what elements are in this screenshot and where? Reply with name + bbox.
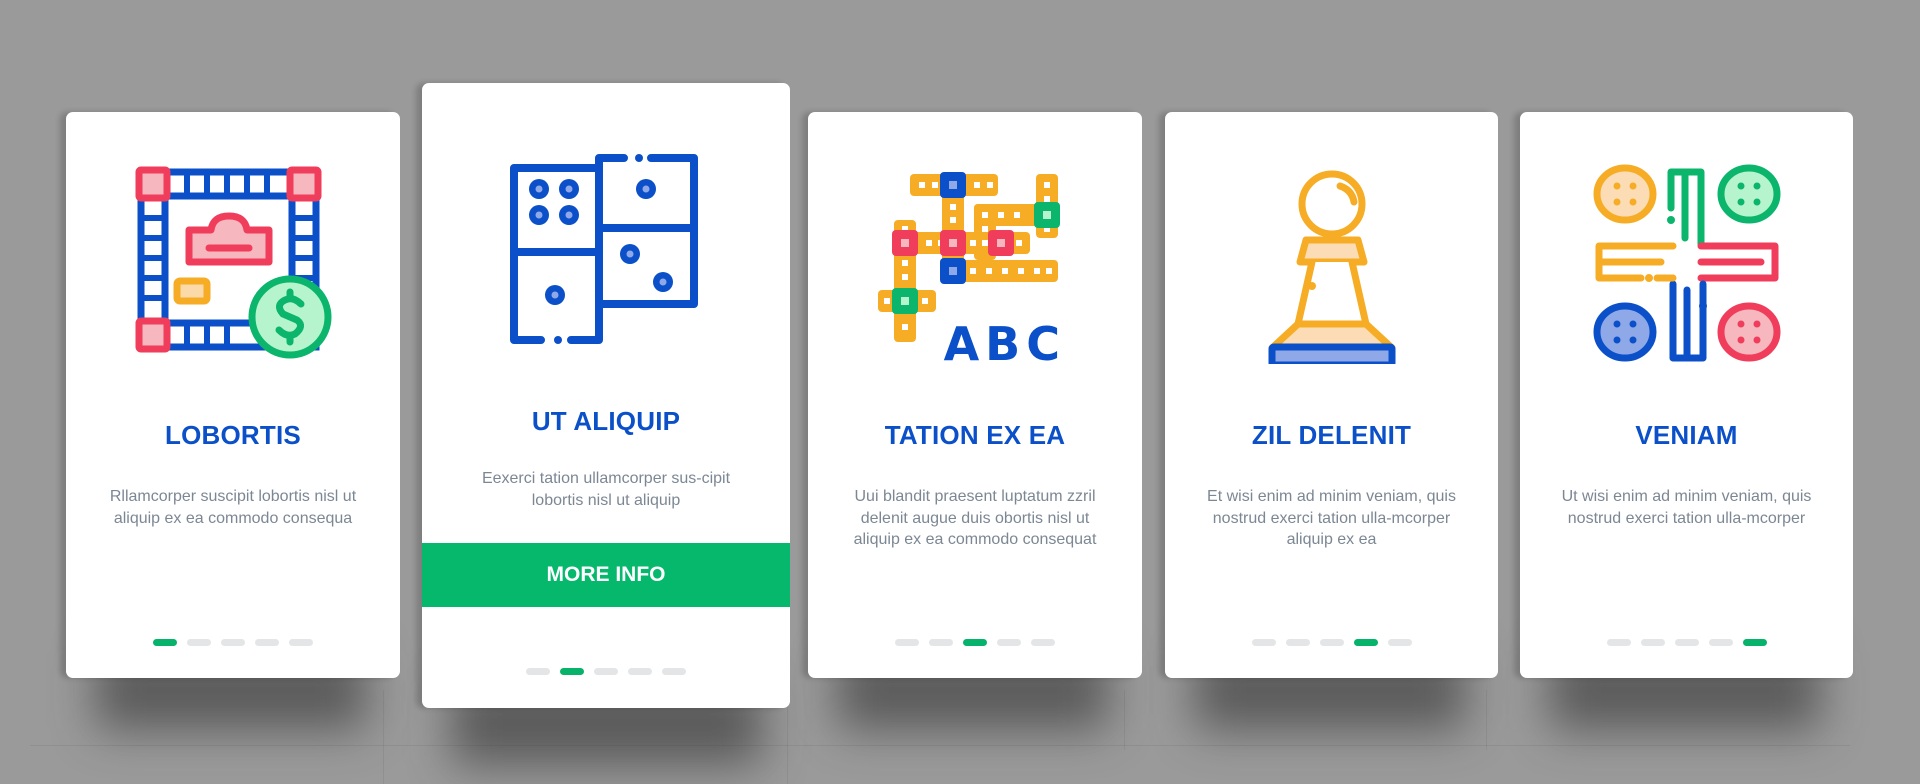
page-dot-3[interactable] xyxy=(1674,639,1699,646)
card-description: Rllamcorper suscipit lobortis nisl ut al… xyxy=(109,488,357,527)
card-title: TATION EX EA xyxy=(884,420,1066,450)
floor-divider xyxy=(1124,690,1125,750)
page-dot-5[interactable] xyxy=(289,639,313,646)
card-title: ZIL DELENIT xyxy=(1251,420,1412,450)
pagination-dots xyxy=(422,668,790,675)
card-description: Uui blandit praesent luptatum zzril dele… xyxy=(853,488,1097,548)
page-dot-5[interactable] xyxy=(1387,639,1412,646)
page-dot-3[interactable] xyxy=(221,639,245,646)
onboarding-card-4: ZIL DELENIT Et wisi enim ad minim veniam… xyxy=(1165,112,1498,678)
pagination-dots xyxy=(808,639,1142,646)
page-dot-5[interactable] xyxy=(1742,639,1767,646)
page-dot-5[interactable] xyxy=(662,668,686,675)
card-description: Ut wisi enim ad minim veniam, quis nostr… xyxy=(1561,488,1812,527)
icon-container xyxy=(1165,164,1498,364)
page-dot-1[interactable] xyxy=(1251,639,1276,646)
page-dot-2[interactable] xyxy=(187,639,211,646)
pagination-dots xyxy=(1165,639,1498,646)
floor-divider xyxy=(1486,690,1487,750)
crossword-abc-icon: ABC xyxy=(878,172,1066,364)
page-dot-4[interactable] xyxy=(1708,639,1733,646)
page-dot-4[interactable] xyxy=(997,639,1021,646)
page-dot-4[interactable] xyxy=(255,639,279,646)
onboarding-card-2: UT ALIQUIP Eexerci tation ullamcorper su… xyxy=(422,83,790,708)
card-title: LOBORTIS xyxy=(165,420,301,450)
page-dot-2[interactable] xyxy=(1285,639,1310,646)
page-dot-3[interactable] xyxy=(1319,639,1344,646)
page-dot-1[interactable] xyxy=(895,639,919,646)
dominoes-icon xyxy=(510,154,698,344)
more-info-button[interactable]: MORE INFO xyxy=(422,543,790,607)
chess-pawn-icon xyxy=(1268,170,1395,364)
ludo-board-icon xyxy=(1593,164,1780,362)
page-dot-4[interactable] xyxy=(1353,639,1378,646)
card-title: UT ALIQUIP xyxy=(531,406,681,436)
floor-line xyxy=(30,745,1850,746)
page-dot-4[interactable] xyxy=(628,668,652,675)
page-dot-1[interactable] xyxy=(1606,639,1631,646)
abc-letters: ABC xyxy=(944,317,1066,364)
page-dot-2[interactable] xyxy=(560,668,584,675)
icon-container xyxy=(66,164,400,364)
pagination-dots xyxy=(1520,639,1853,646)
board-game-money-icon xyxy=(135,166,332,359)
pagination-dots xyxy=(66,639,400,646)
icon-container xyxy=(422,150,790,350)
card-title: VENIAM xyxy=(1635,420,1738,450)
card-description: Et wisi enim ad minim veniam, quis nostr… xyxy=(1207,488,1456,548)
icon-container xyxy=(1520,164,1853,364)
card-description: Eexerci tation ullamcorper sus-cipit lob… xyxy=(481,470,731,509)
page-dot-3[interactable] xyxy=(594,668,618,675)
page-dot-3[interactable] xyxy=(963,639,987,646)
icon-container: ABC xyxy=(808,164,1142,364)
floor-divider xyxy=(383,690,384,784)
page-dot-1[interactable] xyxy=(153,639,177,646)
onboarding-card-3: ABC TATION EX EA Uui blandit praesent lu… xyxy=(808,112,1142,678)
onboarding-card-1: LOBORTIS Rllamcorper suscipit lobortis n… xyxy=(66,112,400,678)
page-dot-2[interactable] xyxy=(1640,639,1665,646)
onboarding-card-5: VENIAM Ut wisi enim ad minim veniam, qui… xyxy=(1520,112,1853,678)
page-dot-5[interactable] xyxy=(1031,639,1055,646)
page-dot-2[interactable] xyxy=(929,639,953,646)
page-dot-1[interactable] xyxy=(526,668,550,675)
